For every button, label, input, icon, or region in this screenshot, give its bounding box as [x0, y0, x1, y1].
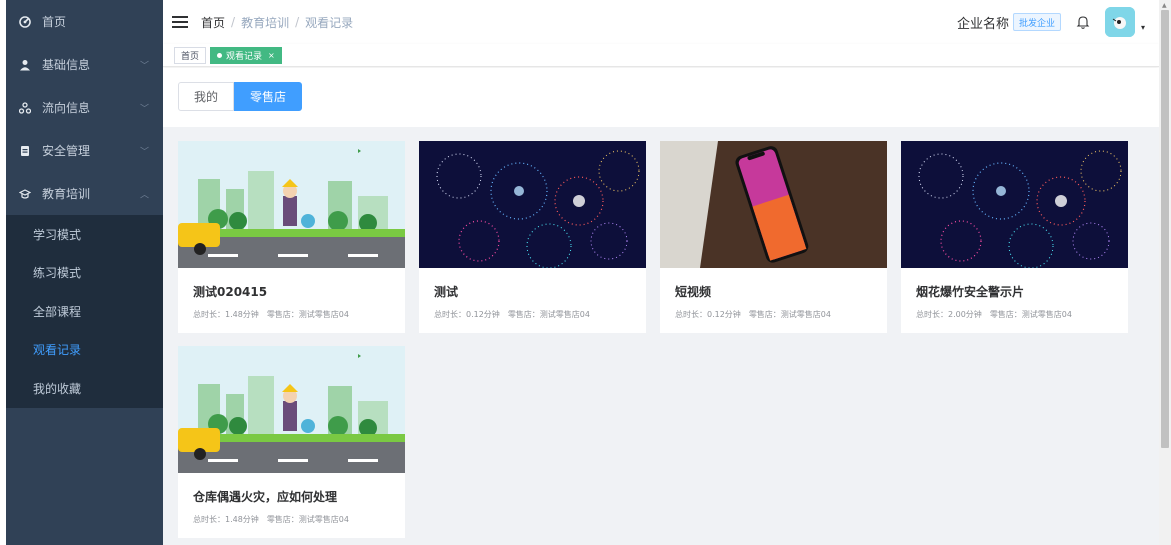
- video-card[interactable]: 测试020415 总时长：1.48分钟 零售店：测试零售店04: [178, 141, 405, 333]
- submenu-label: 练习模式: [33, 266, 82, 281]
- submenu-label: 观看记录: [33, 343, 82, 358]
- sidebar-item-label: 流向信息: [42, 101, 91, 115]
- submenu-label: 学习模式: [33, 227, 82, 242]
- avatar[interactable]: [1104, 7, 1135, 37]
- video-store: 零售店：测试零售店04: [266, 515, 349, 524]
- bell-icon[interactable]: [1075, 14, 1091, 30]
- sidebar: 首页 基础信息 ﹀ 流向信息 ﹀ 安全管理 ﹀ 教育培训 ︿ 学习模式 练习模式…: [6, 0, 163, 545]
- video-title[interactable]: 短视频: [675, 283, 711, 300]
- video-duration: 总时长：1.48分钟: [193, 310, 259, 319]
- video-thumbnail[interactable]: [660, 141, 887, 268]
- video-thumbnail[interactable]: [901, 141, 1128, 268]
- sidebar-item-education[interactable]: 教育培训 ︿: [6, 172, 163, 215]
- tag-home[interactable]: 首页: [174, 46, 207, 64]
- hamburger-icon[interactable]: [172, 16, 188, 28]
- submenu-label: 全部课程: [33, 304, 82, 319]
- sidebar-item-label: 安全管理: [42, 144, 91, 158]
- video-meta: 总时长：0.12分钟 零售店：测试零售店04: [434, 309, 598, 320]
- submenu-item-practice-mode[interactable]: 练习模式: [6, 254, 163, 293]
- tag-watch-history[interactable]: 观看记录 ×: [210, 46, 282, 64]
- submenu-label: 我的收藏: [33, 381, 82, 396]
- chevron-down-icon: ﹀: [139, 61, 149, 71]
- breadcrumb-item-home[interactable]: 首页: [201, 14, 225, 31]
- chevron-up-icon: ︿: [139, 190, 149, 200]
- cluster-icon: [18, 101, 32, 115]
- video-duration: 总时长：2.00分钟: [916, 310, 982, 319]
- source-toggle: 我的 零售店: [178, 82, 303, 111]
- chevron-down-icon: ﹀: [139, 147, 149, 157]
- sidebar-item-flow-info[interactable]: 流向信息 ﹀: [6, 86, 163, 129]
- video-card[interactable]: 仓库偶遇火灾，应如何处理 总时长：1.48分钟 零售店：测试零售店04: [178, 346, 405, 538]
- video-thumbnail[interactable]: [178, 141, 405, 268]
- sidebar-item-safety[interactable]: 安全管理 ﹀: [6, 129, 163, 172]
- video-thumbnail[interactable]: [419, 141, 646, 268]
- video-meta: 总时长：1.48分钟 零售店：测试零售店04: [193, 514, 357, 525]
- breadcrumb: 首页 / 教育培训 / 观看记录: [201, 14, 353, 31]
- company-type-badge: 批发企业: [1012, 13, 1061, 31]
- sidebar-item-label: 首页: [42, 15, 67, 29]
- user-icon: [18, 58, 32, 72]
- toggle-retail-button[interactable]: 零售店: [234, 82, 303, 111]
- main-content: 我的 零售店 测试020415 总时长：1.48分钟 零售店：测试零售店04 测…: [163, 68, 1159, 545]
- video-duration: 总时长：1.48分钟: [193, 515, 259, 524]
- video-store: 零售店：测试零售店04: [266, 310, 349, 319]
- breadcrumb-item-current: 观看记录: [305, 15, 354, 30]
- video-store: 零售店：测试零售店04: [989, 310, 1072, 319]
- chevron-down-icon: ﹀: [139, 104, 149, 114]
- video-meta: 总时长：1.48分钟 零售店：测试零售店04: [193, 309, 357, 320]
- video-title[interactable]: 烟花爆竹安全警示片: [916, 283, 1024, 300]
- video-card[interactable]: 烟花爆竹安全警示片 总时长：2.00分钟 零售店：测试零售店04: [901, 141, 1128, 333]
- video-duration: 总时长：0.12分钟: [434, 310, 500, 319]
- tags-view: 首页 观看记录 ×: [163, 44, 1159, 67]
- filter-bar: 我的 零售店: [163, 68, 1159, 127]
- video-title[interactable]: 仓库偶遇火灾，应如何处理: [193, 488, 337, 505]
- video-store: 零售店：测试零售店04: [507, 310, 590, 319]
- video-duration: 总时长：0.12分钟: [675, 310, 741, 319]
- video-title[interactable]: 测试020415: [193, 283, 267, 300]
- video-store: 零售店：测试零售店04: [748, 310, 831, 319]
- company-name: 企业名称: [956, 16, 1009, 32]
- breadcrumb-separator: /: [231, 15, 236, 29]
- sidebar-item-home[interactable]: 首页: [6, 0, 163, 43]
- scroll-up-icon[interactable]: ▲: [1162, 2, 1167, 9]
- navbar: 首页 / 教育培训 / 观看记录 企业名称 批发企业 ▾: [163, 0, 1159, 44]
- header-right: 企业名称 批发企业 ▾: [957, 0, 1145, 44]
- breadcrumb-item-education: 教育培训: [241, 15, 290, 30]
- education-submenu: 学习模式 练习模式 全部课程 观看记录 我的收藏: [6, 215, 163, 408]
- sidebar-item-label: 教育培训: [42, 187, 91, 201]
- page-scrollbar[interactable]: ▲: [1159, 0, 1171, 545]
- tag-label: 观看记录: [226, 51, 263, 62]
- document-icon: [18, 144, 32, 158]
- video-title[interactable]: 测试: [434, 283, 458, 300]
- video-card[interactable]: 测试 总时长：0.12分钟 零售店：测试零售店04: [419, 141, 646, 333]
- video-meta: 总时长：2.00分钟 零售店：测试零售店04: [916, 309, 1080, 320]
- active-dot-icon: [217, 52, 223, 58]
- submenu-item-favorites[interactable]: 我的收藏: [6, 369, 163, 408]
- sidebar-item-basic-info[interactable]: 基础信息 ﹀: [6, 43, 163, 86]
- sidebar-item-label: 基础信息: [42, 58, 91, 72]
- video-meta: 总时长：0.12分钟 零售店：测试零售店04: [675, 309, 839, 320]
- caret-down-icon[interactable]: ▾: [1141, 23, 1145, 32]
- video-thumbnail[interactable]: [178, 346, 405, 473]
- submenu-item-all-courses[interactable]: 全部课程: [6, 292, 163, 331]
- scrollbar-thumb[interactable]: [1161, 10, 1169, 448]
- breadcrumb-separator: /: [295, 15, 300, 29]
- submenu-item-study-mode[interactable]: 学习模式: [6, 215, 163, 254]
- video-card[interactable]: 短视频 总时长：0.12分钟 零售店：测试零售店04: [660, 141, 887, 333]
- close-icon[interactable]: ×: [268, 51, 275, 60]
- submenu-item-watch-history[interactable]: 观看记录: [6, 331, 163, 370]
- dashboard-icon: [18, 15, 32, 29]
- education-icon: [18, 187, 32, 201]
- toggle-mine-button[interactable]: 我的: [178, 82, 235, 111]
